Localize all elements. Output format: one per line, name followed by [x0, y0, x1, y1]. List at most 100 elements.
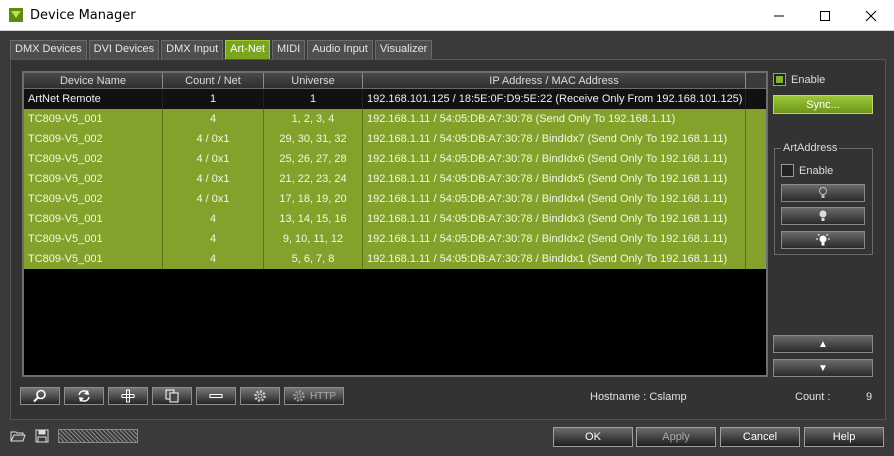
remove-icon [209, 394, 223, 398]
table-row[interactable]: ArtNet Remote 1 1 192.168.101.125 / 18:5E:0… [24, 89, 766, 109]
table-row[interactable]: TC809-V5_001 4 13, 14, 15, 16 192.168.1.11 … [24, 209, 766, 229]
tab-dvi-devices[interactable]: DVI Devices [88, 40, 160, 59]
table-row[interactable]: TC809-V5_002 4 / 0x1 21, 22, 23, 24 192.168… [24, 169, 766, 189]
cell-ip-mac: 192.168.1.11 / 54:05:DB:A7:30:78 / BindI… [363, 169, 746, 189]
cancel-button[interactable]: Cancel [720, 427, 800, 447]
tab-dmx-input[interactable]: DMX Input [161, 40, 224, 59]
search-icon [33, 389, 46, 403]
hostname-value: Cslamp [649, 391, 687, 403]
settings-icon [254, 390, 266, 402]
device-toolbar: HTTP [20, 387, 348, 405]
cell-count-net: 4 [163, 249, 264, 269]
open-folder-button[interactable] [10, 428, 26, 444]
cell-count-net: 4 [163, 109, 264, 129]
http-button[interactable]: HTTP [284, 387, 344, 405]
column-header-count-net[interactable]: Count / Net [163, 73, 264, 88]
table-row[interactable]: TC809-V5_002 4 / 0x1 29, 30, 31, 32 192.168… [24, 129, 766, 149]
close-button[interactable] [848, 0, 894, 31]
cell-count-net: 4 / 0x1 [163, 149, 264, 169]
artaddress-enable-label: Enable [799, 164, 834, 177]
add-icon [121, 389, 135, 403]
bulb-off-icon [819, 187, 827, 198]
cell-device-name: ArtNet Remote [24, 89, 163, 109]
cell-ip-mac: 192.168.1.11 / 54:05:DB:A7:30:78 / BindI… [363, 149, 746, 169]
move-up-button[interactable]: ▲ [773, 335, 873, 353]
minimize-button[interactable] [756, 0, 802, 31]
http-label: HTTP [309, 390, 337, 402]
checkbox-box[interactable] [773, 73, 786, 86]
hostname-text: Hostname : Cslamp [590, 391, 687, 403]
count-label: Count : [795, 391, 831, 403]
checkbox-box[interactable] [781, 164, 794, 177]
table-row[interactable]: TC809-V5_002 4 / 0x1 17, 18, 19, 20 192.168… [24, 189, 766, 209]
table-row[interactable]: TC809-V5_002 4 / 0x1 25, 26, 27, 28 192.168… [24, 149, 766, 169]
footer-tools [10, 428, 138, 444]
cell-ip-mac: 192.168.1.11 / 54:05:DB:A7:30:78 / BindI… [363, 129, 746, 149]
add-device-button[interactable] [108, 387, 148, 405]
cell-universe: 17, 18, 19, 20 [264, 189, 363, 209]
count-value: 9 [866, 391, 873, 403]
tab-dmx-devices[interactable]: DMX Devices [10, 40, 87, 59]
move-down-button[interactable]: ▼ [773, 359, 873, 377]
column-header-universe[interactable]: Universe [264, 73, 363, 88]
tab-audio-input[interactable]: Audio Input [307, 40, 373, 59]
cell-count-net: 4 / 0x1 [163, 129, 264, 149]
column-header-ip-mac[interactable]: IP Address / MAC Address [363, 73, 746, 88]
table-header: Device Name Count / Net Universe IP Addr… [24, 73, 766, 89]
ok-button[interactable]: OK [553, 427, 633, 447]
tab-visualizer[interactable]: Visualizer [374, 40, 433, 59]
cell-universe: 5, 6, 7, 8 [264, 249, 363, 269]
cell-universe: 29, 30, 31, 32 [264, 129, 363, 149]
save-button[interactable] [34, 428, 50, 444]
cell-device-name: TC809-V5_002 [24, 129, 163, 149]
cell-ip-mac: 192.168.1.11 / 54:05:DB:A7:30:78 / BindI… [363, 209, 746, 229]
title-bar: Device Manager [0, 0, 894, 31]
copy-device-button[interactable] [152, 387, 192, 405]
madrix-logo-icon [9, 8, 23, 22]
device-table[interactable]: Device Name Count / Net Universe IP Addr… [22, 71, 768, 377]
cell-device-name: TC809-V5_001 [24, 249, 163, 269]
table-row[interactable]: TC809-V5_001 4 9, 10, 11, 12 192.168.1.11 /… [24, 229, 766, 249]
cell-ip-mac: 192.168.1.11 / 54:05:DB:A7:30:78 / BindI… [363, 189, 746, 209]
bulb-bright-button[interactable] [781, 231, 865, 249]
cell-count-net: 1 [163, 89, 264, 109]
tab-art-net[interactable]: Art-Net [225, 40, 270, 59]
cell-count-net: 4 [163, 209, 264, 229]
progress-indicator [58, 429, 138, 443]
window-title: Device Manager [30, 8, 136, 23]
bulb-on-button[interactable] [781, 207, 865, 225]
table-row[interactable]: TC809-V5_001 4 1, 2, 3, 4 192.168.1.11 / 54… [24, 109, 766, 129]
cell-universe: 1, 2, 3, 4 [264, 109, 363, 129]
cell-universe: 9, 10, 11, 12 [264, 229, 363, 249]
enable-label: Enable [791, 73, 826, 86]
maximize-button[interactable] [802, 0, 848, 31]
cell-universe: 21, 22, 23, 24 [264, 169, 363, 189]
table-row[interactable]: TC809-V5_001 4 5, 6, 7, 8 192.168.1.11 / 54… [24, 249, 766, 269]
cell-universe: 13, 14, 15, 16 [264, 209, 363, 229]
tab-midi[interactable]: MIDI [271, 40, 306, 59]
cell-device-name: TC809-V5_002 [24, 189, 163, 209]
cell-universe: 1 [264, 89, 363, 109]
refresh-button[interactable] [64, 387, 104, 405]
device-settings-button[interactable] [240, 387, 280, 405]
cell-device-name: TC809-V5_002 [24, 149, 163, 169]
cell-ip-mac: 192.168.1.11 / 54:05:DB:A7:30:78 / BindI… [363, 229, 746, 249]
open-folder-icon [10, 431, 26, 442]
bulb-off-button[interactable] [781, 184, 865, 202]
help-button[interactable]: Help [804, 427, 884, 447]
sync-button[interactable]: Sync... [773, 95, 873, 114]
column-header-device-name[interactable]: Device Name [24, 73, 163, 88]
artnet-enable-checkbox[interactable]: Enable [773, 73, 825, 86]
hostname-label: Hostname : [590, 391, 647, 403]
cell-ip-mac: 192.168.1.11 / 54:05:DB:A7:30:78 (Send O… [363, 109, 746, 129]
search-button[interactable] [20, 387, 60, 405]
cell-ip-mac: 192.168.1.11 / 54:05:DB:A7:30:78 / BindI… [363, 249, 746, 269]
refresh-icon [78, 390, 90, 402]
cell-count-net: 4 / 0x1 [163, 169, 264, 189]
artaddress-enable-checkbox[interactable]: Enable [781, 164, 833, 177]
cell-universe: 25, 26, 27, 28 [264, 149, 363, 169]
table-body: ArtNet Remote 1 1 192.168.101.125 / 18:5E:0… [24, 89, 766, 269]
remove-device-button[interactable] [196, 387, 236, 405]
apply-button[interactable]: Apply [636, 427, 716, 447]
copy-icon [165, 389, 179, 403]
